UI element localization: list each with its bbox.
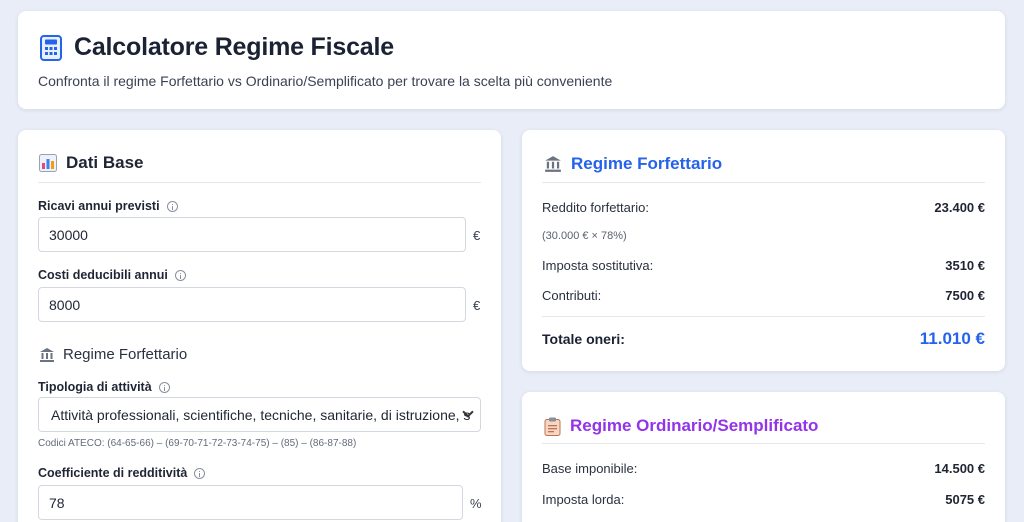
costs-label-text: Costi deducibili annui bbox=[38, 268, 168, 282]
page-title: Calcolatore Regime Fiscale bbox=[74, 33, 394, 61]
contributi-label: Contributi: bbox=[542, 288, 602, 303]
base-imponibile-value: 14.500 € bbox=[934, 461, 985, 476]
revenue-label: Ricavi annui previsti bbox=[38, 199, 178, 213]
totale-row: Totale oneri: 11.010 € bbox=[542, 329, 985, 349]
totale-value: 11.010 € bbox=[919, 329, 985, 348]
imposta-row: Imposta sostitutiva: 3510 € bbox=[542, 258, 985, 273]
ordinario-results-card: Regime Ordinario/Semplificato Base impon… bbox=[522, 392, 1005, 522]
info-icon[interactable] bbox=[166, 200, 178, 212]
forfettario-results-card: Regime Forfettario Reddito forfettario: … bbox=[522, 130, 1005, 371]
info-icon[interactable] bbox=[194, 467, 206, 479]
dati-base-title: Dati Base bbox=[66, 153, 144, 172]
reddito-label: Reddito forfettario: bbox=[542, 200, 649, 215]
coefficient-label-text: Coefficiente di redditività bbox=[38, 466, 188, 480]
bar-chart-icon bbox=[39, 154, 57, 172]
header-card: Calcolatore Regime Fiscale Confronta il … bbox=[18, 11, 1005, 109]
base-imponibile-label: Base imponibile: bbox=[542, 461, 638, 476]
bank-icon bbox=[39, 347, 55, 363]
forfettario-subtitle: Regime Forfettario bbox=[63, 346, 188, 363]
bank-icon bbox=[544, 155, 562, 173]
forfettario-heading: Regime Forfettario bbox=[544, 154, 722, 174]
ateco-hint: Codici ATECO: (64-65-66) – (69-70-71-72-… bbox=[38, 438, 357, 449]
coefficient-input[interactable] bbox=[38, 485, 463, 520]
header-title-row: Calcolatore Regime Fiscale bbox=[40, 33, 394, 62]
imposta-label: Imposta sostitutiva: bbox=[542, 258, 654, 273]
activity-select[interactable]: Attività professionali, scientifiche, te… bbox=[38, 397, 481, 432]
base-imponibile-row: Base imponibile: 14.500 € bbox=[542, 461, 985, 476]
imposta-lorda-row: Imposta lorda: 5075 € bbox=[542, 492, 985, 507]
reddito-row: Reddito forfettario: 23.400 € bbox=[542, 200, 985, 215]
clipboard-icon bbox=[544, 417, 561, 436]
revenue-unit: € bbox=[473, 228, 481, 243]
info-icon[interactable] bbox=[158, 381, 170, 393]
costs-unit: € bbox=[473, 298, 481, 313]
activity-selected-value: Attività professionali, scientifiche, te… bbox=[51, 406, 471, 423]
coefficient-unit: % bbox=[470, 496, 482, 511]
contributi-row: Contributi: 7500 € bbox=[542, 288, 985, 303]
divider bbox=[542, 182, 985, 183]
dati-base-heading: Dati Base bbox=[39, 153, 143, 173]
reddito-value: 23.400 € bbox=[934, 200, 985, 215]
forfettario-subheading: Regime Forfettario bbox=[39, 346, 187, 363]
activity-label: Tipologia di attività bbox=[38, 380, 170, 394]
costs-label: Costi deducibili annui bbox=[38, 268, 186, 282]
page-subtitle: Confronta il regime Forfettario vs Ordin… bbox=[38, 73, 613, 89]
coefficient-label: Coefficiente di redditività bbox=[38, 466, 206, 480]
dati-base-card: Dati Base Ricavi annui previsti € Costi … bbox=[18, 130, 501, 522]
forfettario-title: Regime Forfettario bbox=[571, 154, 723, 173]
ordinario-heading: Regime Ordinario/Semplificato bbox=[544, 416, 818, 436]
costs-input[interactable] bbox=[38, 287, 466, 322]
ordinario-title: Regime Ordinario/Semplificato bbox=[570, 416, 819, 435]
divider bbox=[38, 182, 481, 183]
activity-label-text: Tipologia di attività bbox=[38, 380, 152, 394]
imposta-value: 3510 € bbox=[945, 258, 985, 273]
info-icon[interactable] bbox=[174, 269, 186, 281]
divider bbox=[542, 316, 985, 317]
contributi-value: 7500 € bbox=[945, 288, 985, 303]
reddito-formula: (30.000 € × 78%) bbox=[542, 230, 627, 242]
revenue-label-text: Ricavi annui previsti bbox=[38, 199, 160, 213]
totale-label: Totale oneri: bbox=[542, 331, 625, 347]
revenue-input[interactable] bbox=[38, 217, 466, 252]
imposta-lorda-label: Imposta lorda: bbox=[542, 492, 625, 507]
imposta-lorda-value: 5075 € bbox=[945, 492, 985, 507]
calculator-icon bbox=[40, 34, 62, 61]
divider bbox=[542, 443, 985, 444]
